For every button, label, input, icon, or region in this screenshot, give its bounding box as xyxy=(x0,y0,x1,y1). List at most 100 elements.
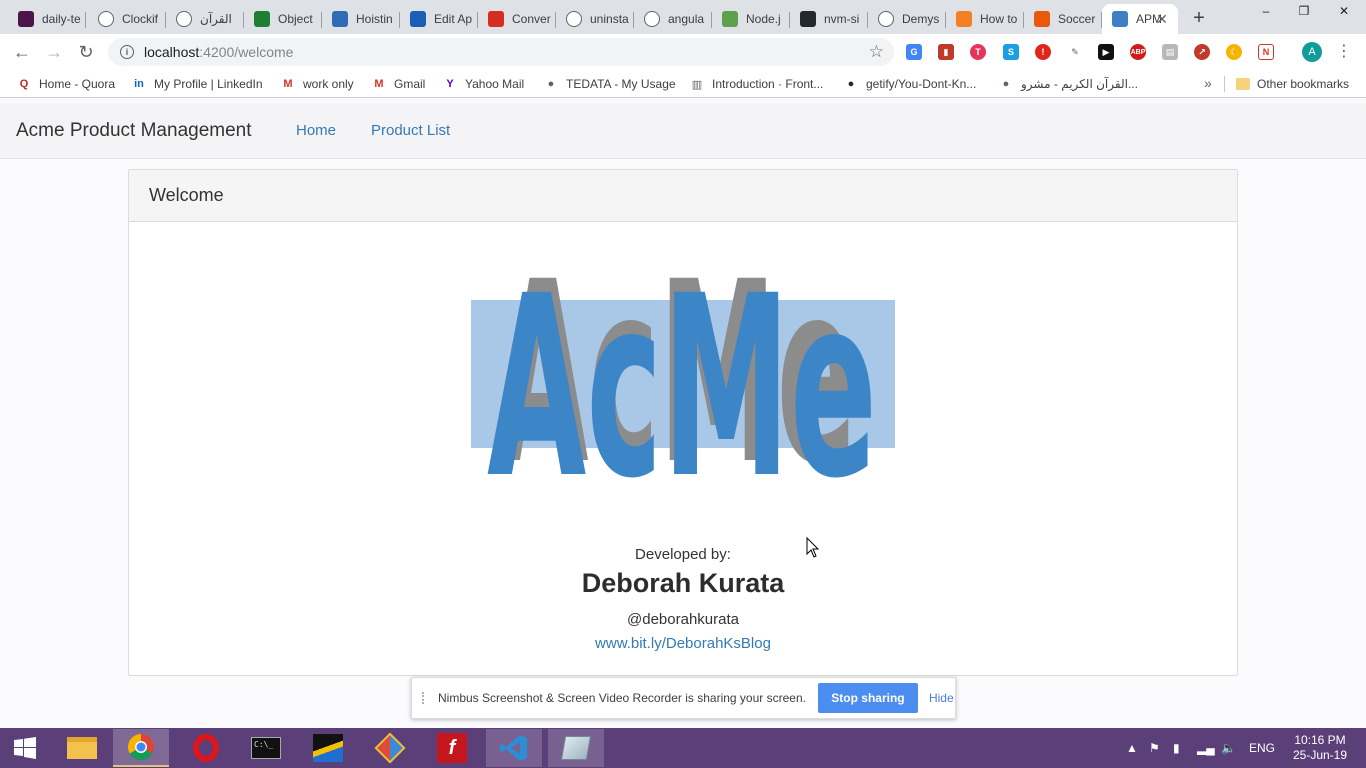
tab-title: Node.j xyxy=(746,12,781,26)
play-extension-icon[interactable]: ▶ xyxy=(1098,44,1114,60)
google-icon xyxy=(566,11,582,27)
flash-player-icon[interactable]: f xyxy=(424,729,480,767)
stop-extension-icon[interactable]: ! xyxy=(1035,44,1051,60)
bookmark-star-icon[interactable]: ☆ xyxy=(869,42,884,62)
author-name: Deborah Kurata xyxy=(581,568,785,598)
chrome-taskbar-icon[interactable] xyxy=(113,729,169,767)
developed-by-label: Developed by: xyxy=(635,546,731,563)
diamond-icon xyxy=(878,11,894,27)
browser-tab[interactable]: Hoistin xyxy=(322,4,400,34)
blog-link[interactable]: www.bit.ly/DeborahKsBlog xyxy=(129,635,1237,652)
browser-tab[interactable]: Object xyxy=(244,4,322,34)
close-tab-icon[interactable]: ✕ xyxy=(1154,11,1170,27)
browser-tab[interactable]: uninsta xyxy=(556,4,634,34)
tampermonkey-extension-icon[interactable]: T xyxy=(970,44,986,60)
stackoverflow-icon xyxy=(956,11,972,27)
bookmark-item[interactable]: ● TEDATA - My Usage xyxy=(543,75,676,93)
eyedropper-extension-icon[interactable]: ✎ xyxy=(1067,44,1083,60)
bookmark-item[interactable]: Mwork only xyxy=(280,75,353,93)
browser-tab[interactable]: القرآن xyxy=(166,4,244,34)
volume-icon[interactable]: 🔈 xyxy=(1221,728,1236,768)
bookmark-item[interactable]: ● القرآن الكريم - مشرو... xyxy=(998,75,1138,93)
browser-tab[interactable]: Clockif xyxy=(88,4,166,34)
system-clock[interactable]: 10:16 PM 25-Jun-19 xyxy=(1280,733,1360,763)
s-extension-icon[interactable]: S xyxy=(1003,44,1019,60)
gmail-icon: M xyxy=(374,78,384,90)
address-bar[interactable]: i localhost:4200/welcome ☆ xyxy=(108,38,894,66)
stripes-app-icon[interactable] xyxy=(300,729,356,767)
translate-extension-icon[interactable]: G xyxy=(906,44,922,60)
battery-icon[interactable]: ▮ xyxy=(1173,728,1180,768)
nav-home-link[interactable]: Home xyxy=(296,122,336,139)
hide-button[interactable]: Hide xyxy=(929,691,954,705)
yahoo-icon: Y xyxy=(446,78,454,90)
close-window-button[interactable]: ✕ xyxy=(1324,0,1364,22)
browser-tab[interactable]: Demys xyxy=(868,4,946,34)
browser-tab[interactable]: Node.j xyxy=(712,4,790,34)
command-prompt-icon[interactable]: C:\_ xyxy=(238,729,294,767)
stop-sharing-button[interactable]: Stop sharing xyxy=(817,683,918,713)
other-bookmarks-label: Other bookmarks xyxy=(1257,77,1350,91)
browser-tab[interactable]: nvm-si xyxy=(790,4,868,34)
bookmark-label: القرآن الكريم - مشرو... xyxy=(1021,77,1138,91)
back-icon[interactable]: ← xyxy=(10,40,34,64)
bookmark-item[interactable]: M Gmail xyxy=(371,75,425,93)
new-tab-button[interactable]: + xyxy=(1188,7,1210,29)
tab-title: Edit Ap xyxy=(434,12,473,26)
bookmark-item[interactable]: Y Yahoo Mail xyxy=(442,75,524,93)
app-brand[interactable]: Acme Product Management xyxy=(16,120,252,142)
opera-icon[interactable] xyxy=(178,729,234,767)
bookmark-item[interactable]: in My Profile | LinkedIn xyxy=(131,75,262,93)
globe-icon: ● xyxy=(1002,78,1010,90)
word-icon xyxy=(410,11,426,27)
diamond-app-icon[interactable] xyxy=(362,729,418,767)
document-extension-icon[interactable]: ▤ xyxy=(1162,44,1178,60)
nav-product-list-link[interactable]: Product List xyxy=(371,122,450,139)
n-extension-icon[interactable]: N xyxy=(1258,44,1274,60)
action-center-flag-icon[interactable]: ⚑ xyxy=(1149,728,1160,768)
reload-icon[interactable]: ↻ xyxy=(74,40,98,64)
browser-tab[interactable]: daily-te xyxy=(8,4,86,34)
bookmark-item[interactable]: Q Home - Quora xyxy=(16,75,115,93)
bookmark-item[interactable]: ● getify/You-Dont-Kn... xyxy=(843,75,977,93)
other-bookmarks-folder[interactable]: Other bookmarks xyxy=(1236,75,1349,93)
minimize-button[interactable]: – xyxy=(1246,0,1286,22)
restore-button[interactable]: ❐ xyxy=(1284,0,1324,22)
browser-tab[interactable]: angula xyxy=(634,4,712,34)
file-explorer-icon[interactable] xyxy=(54,729,110,767)
book-extension-icon[interactable]: ▮ xyxy=(938,44,954,60)
forward-icon[interactable]: → xyxy=(42,40,66,64)
arrow-extension-icon[interactable]: ↗ xyxy=(1194,44,1210,60)
notes-app-icon[interactable] xyxy=(548,729,604,767)
clock-time: 10:16 PM xyxy=(1294,733,1346,747)
bookmark-label: getify/You-Dont-Kn... xyxy=(866,77,977,91)
quora-icon: Q xyxy=(19,78,29,90)
bookmarks-bar: Q Home - Quora in My Profile | LinkedIn Mwor… xyxy=(0,70,1366,98)
browser-tab[interactable]: APM ✕ xyxy=(1102,4,1178,34)
browser-tab[interactable]: Soccer xyxy=(1024,4,1102,34)
bookmark-label: Yahoo Mail xyxy=(465,77,525,91)
show-hidden-icons[interactable]: ▲ xyxy=(1126,728,1138,768)
url-path: :4200/welcome xyxy=(199,44,294,60)
browser-tab[interactable]: How to xyxy=(946,4,1024,34)
adblock-extension-icon[interactable]: ABP xyxy=(1130,44,1146,60)
tab-title: angula xyxy=(668,12,705,26)
tab-title: Hoistin xyxy=(356,12,393,26)
vscode-icon[interactable] xyxy=(486,729,542,767)
author-handle: @deborahkurata xyxy=(627,611,739,628)
more-menu-icon[interactable]: ⋮ xyxy=(1336,42,1352,62)
bookmark-label: TEDATA - My Usage xyxy=(566,77,676,91)
bookmark-item[interactable]: ▥ Introduction · Front... xyxy=(689,75,824,93)
tab-title: Conver xyxy=(512,12,551,26)
drag-handle[interactable] xyxy=(422,692,426,704)
profile-avatar[interactable]: A xyxy=(1302,42,1322,62)
browser-tab[interactable]: Conver xyxy=(478,4,556,34)
moon-extension-icon[interactable]: ☾ xyxy=(1226,44,1242,60)
site-info-icon[interactable]: i xyxy=(120,45,134,59)
bookmarks-overflow-button[interactable]: » xyxy=(1204,75,1212,91)
windows-start-icon[interactable] xyxy=(0,728,50,768)
browser-tab[interactable]: Edit Ap xyxy=(400,4,478,34)
language-indicator[interactable]: ENG xyxy=(1249,728,1275,768)
network-icon[interactable]: ▂▄ xyxy=(1197,728,1215,768)
github-icon xyxy=(800,11,816,27)
